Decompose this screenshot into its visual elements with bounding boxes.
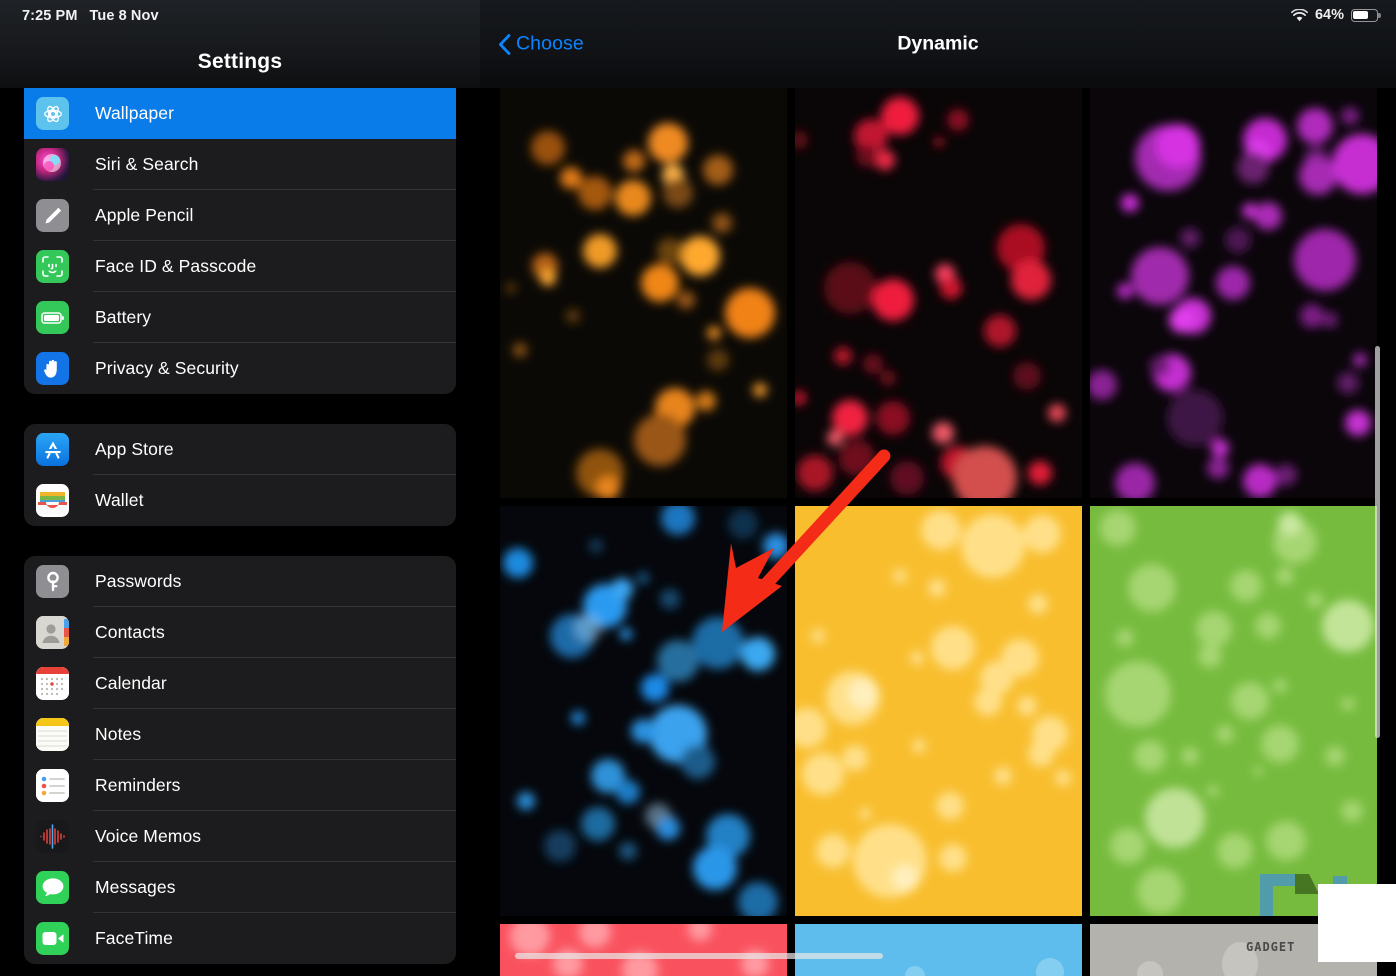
facetime-icon [36, 922, 69, 955]
app-store-icon [36, 433, 69, 466]
page-title: Settings [197, 50, 283, 73]
detail-title: Dynamic [897, 32, 979, 55]
sidebar-group-system: Wallpaper Siri & Search Apple Pencil Fac… [24, 88, 456, 394]
siri-icon [36, 148, 69, 181]
wallpaper-tile-skyblue[interactable] [795, 924, 1082, 976]
wallpaper-icon [36, 97, 69, 130]
horizontal-scrollbar[interactable] [515, 953, 883, 959]
sidebar-item-wallet[interactable]: Wallet [24, 475, 456, 526]
sidebar-item-label: Apple Pencil [95, 205, 194, 225]
pink-dynamic-wallpaper [500, 924, 787, 976]
sidebar-item-label: Messages [95, 877, 176, 897]
sidebar-scroll-area[interactable]: Wallpaper Siri & Search Apple Pencil Fac… [0, 88, 480, 976]
sidebar-item-face-id-passcode[interactable]: Face ID & Passcode [24, 241, 456, 292]
passwords-key-icon [36, 565, 69, 598]
orange-dynamic-wallpaper [500, 88, 787, 498]
wallpaper-tile-yellow[interactable] [795, 506, 1082, 916]
sidebar-item-reminders[interactable]: Reminders [24, 760, 456, 811]
sidebar-item-label: Reminders [95, 775, 181, 795]
wallpaper-grid[interactable] [500, 88, 1386, 976]
vertical-scrollbar[interactable] [1375, 346, 1380, 738]
sidebar-item-label: Passwords [95, 571, 182, 591]
wallpaper-tile-blue[interactable] [500, 506, 787, 916]
calendar-icon [36, 667, 69, 700]
privacy-hand-icon [36, 352, 69, 385]
gray-dynamic-wallpaper [1090, 924, 1377, 976]
sidebar-group-apps: Passwords Contacts Calendar Notes Remind… [24, 556, 456, 964]
sidebar-group-store: App Store Wallet [24, 424, 456, 526]
wallpaper-tile-gray[interactable] [1090, 924, 1377, 976]
purple-dynamic-wallpaper [1090, 88, 1377, 498]
sidebar-item-label: Calendar [95, 673, 167, 693]
sidebar-item-passwords[interactable]: Passwords [24, 556, 456, 607]
sidebar-item-label: Wallet [95, 490, 144, 510]
sidebar-item-wallpaper[interactable]: Wallpaper [24, 88, 456, 139]
battery-icon [36, 301, 69, 334]
sidebar-item-label: Privacy & Security [95, 358, 239, 378]
sidebar-item-label: Battery [95, 307, 152, 327]
wallpaper-detail-pane: Choose Dynamic GADGET [480, 0, 1396, 976]
sidebar-item-label: Notes [95, 724, 142, 744]
face-id-icon [36, 250, 69, 283]
yellow-dynamic-wallpaper [795, 506, 1082, 916]
wallpaper-tile-red[interactable] [795, 88, 1082, 498]
sidebar-item-privacy-security[interactable]: Privacy & Security [24, 343, 456, 394]
detail-header: Choose Dynamic [480, 0, 1396, 88]
wallpaper-tile-pink[interactable] [500, 924, 787, 976]
apple-pencil-icon [36, 199, 69, 232]
sidebar-item-siri-search[interactable]: Siri & Search [24, 139, 456, 190]
sidebar-item-label: Wallpaper [95, 103, 175, 123]
sidebar-item-contacts[interactable]: Contacts [24, 607, 456, 658]
wallpaper-tile-green[interactable] [1090, 506, 1377, 916]
notes-icon [36, 718, 69, 751]
sidebar-item-label: Voice Memos [95, 826, 202, 846]
messages-icon [36, 871, 69, 904]
reminders-icon [36, 769, 69, 802]
settings-sidebar: Settings Wallpaper Siri & Search Apple P… [0, 0, 480, 976]
sidebar-item-app-store[interactable]: App Store [24, 424, 456, 475]
sidebar-item-calendar[interactable]: Calendar [24, 658, 456, 709]
contacts-icon [36, 616, 69, 649]
wallet-icon [36, 484, 69, 517]
sidebar-header: Settings [0, 0, 480, 88]
sidebar-item-notes[interactable]: Notes [24, 709, 456, 760]
sidebar-item-voice-memos[interactable]: Voice Memos [24, 811, 456, 862]
sidebar-item-facetime[interactable]: FaceTime [24, 913, 456, 964]
sidebar-item-messages[interactable]: Messages [24, 862, 456, 913]
ipad-settings-screen: 7:25 PM Tue 8 Nov 64% Settings Wallpaper… [0, 0, 1396, 976]
wallpaper-tile-purple[interactable] [1090, 88, 1377, 498]
sidebar-item-label: Face ID & Passcode [95, 256, 257, 276]
sidebar-item-label: Contacts [95, 622, 165, 642]
sidebar-item-label: Siri & Search [95, 154, 199, 174]
voice-memos-icon [36, 820, 69, 853]
blue-dynamic-wallpaper [500, 506, 787, 916]
skyblue-dynamic-wallpaper [795, 924, 1082, 976]
sidebar-item-label: App Store [95, 439, 174, 459]
sidebar-item-battery[interactable]: Battery [24, 292, 456, 343]
sidebar-item-label: FaceTime [95, 928, 173, 948]
red-dynamic-wallpaper [795, 88, 1082, 498]
wallpaper-tile-orange[interactable] [500, 88, 787, 498]
sidebar-item-apple-pencil[interactable]: Apple Pencil [24, 190, 456, 241]
green-dynamic-wallpaper [1090, 506, 1377, 916]
